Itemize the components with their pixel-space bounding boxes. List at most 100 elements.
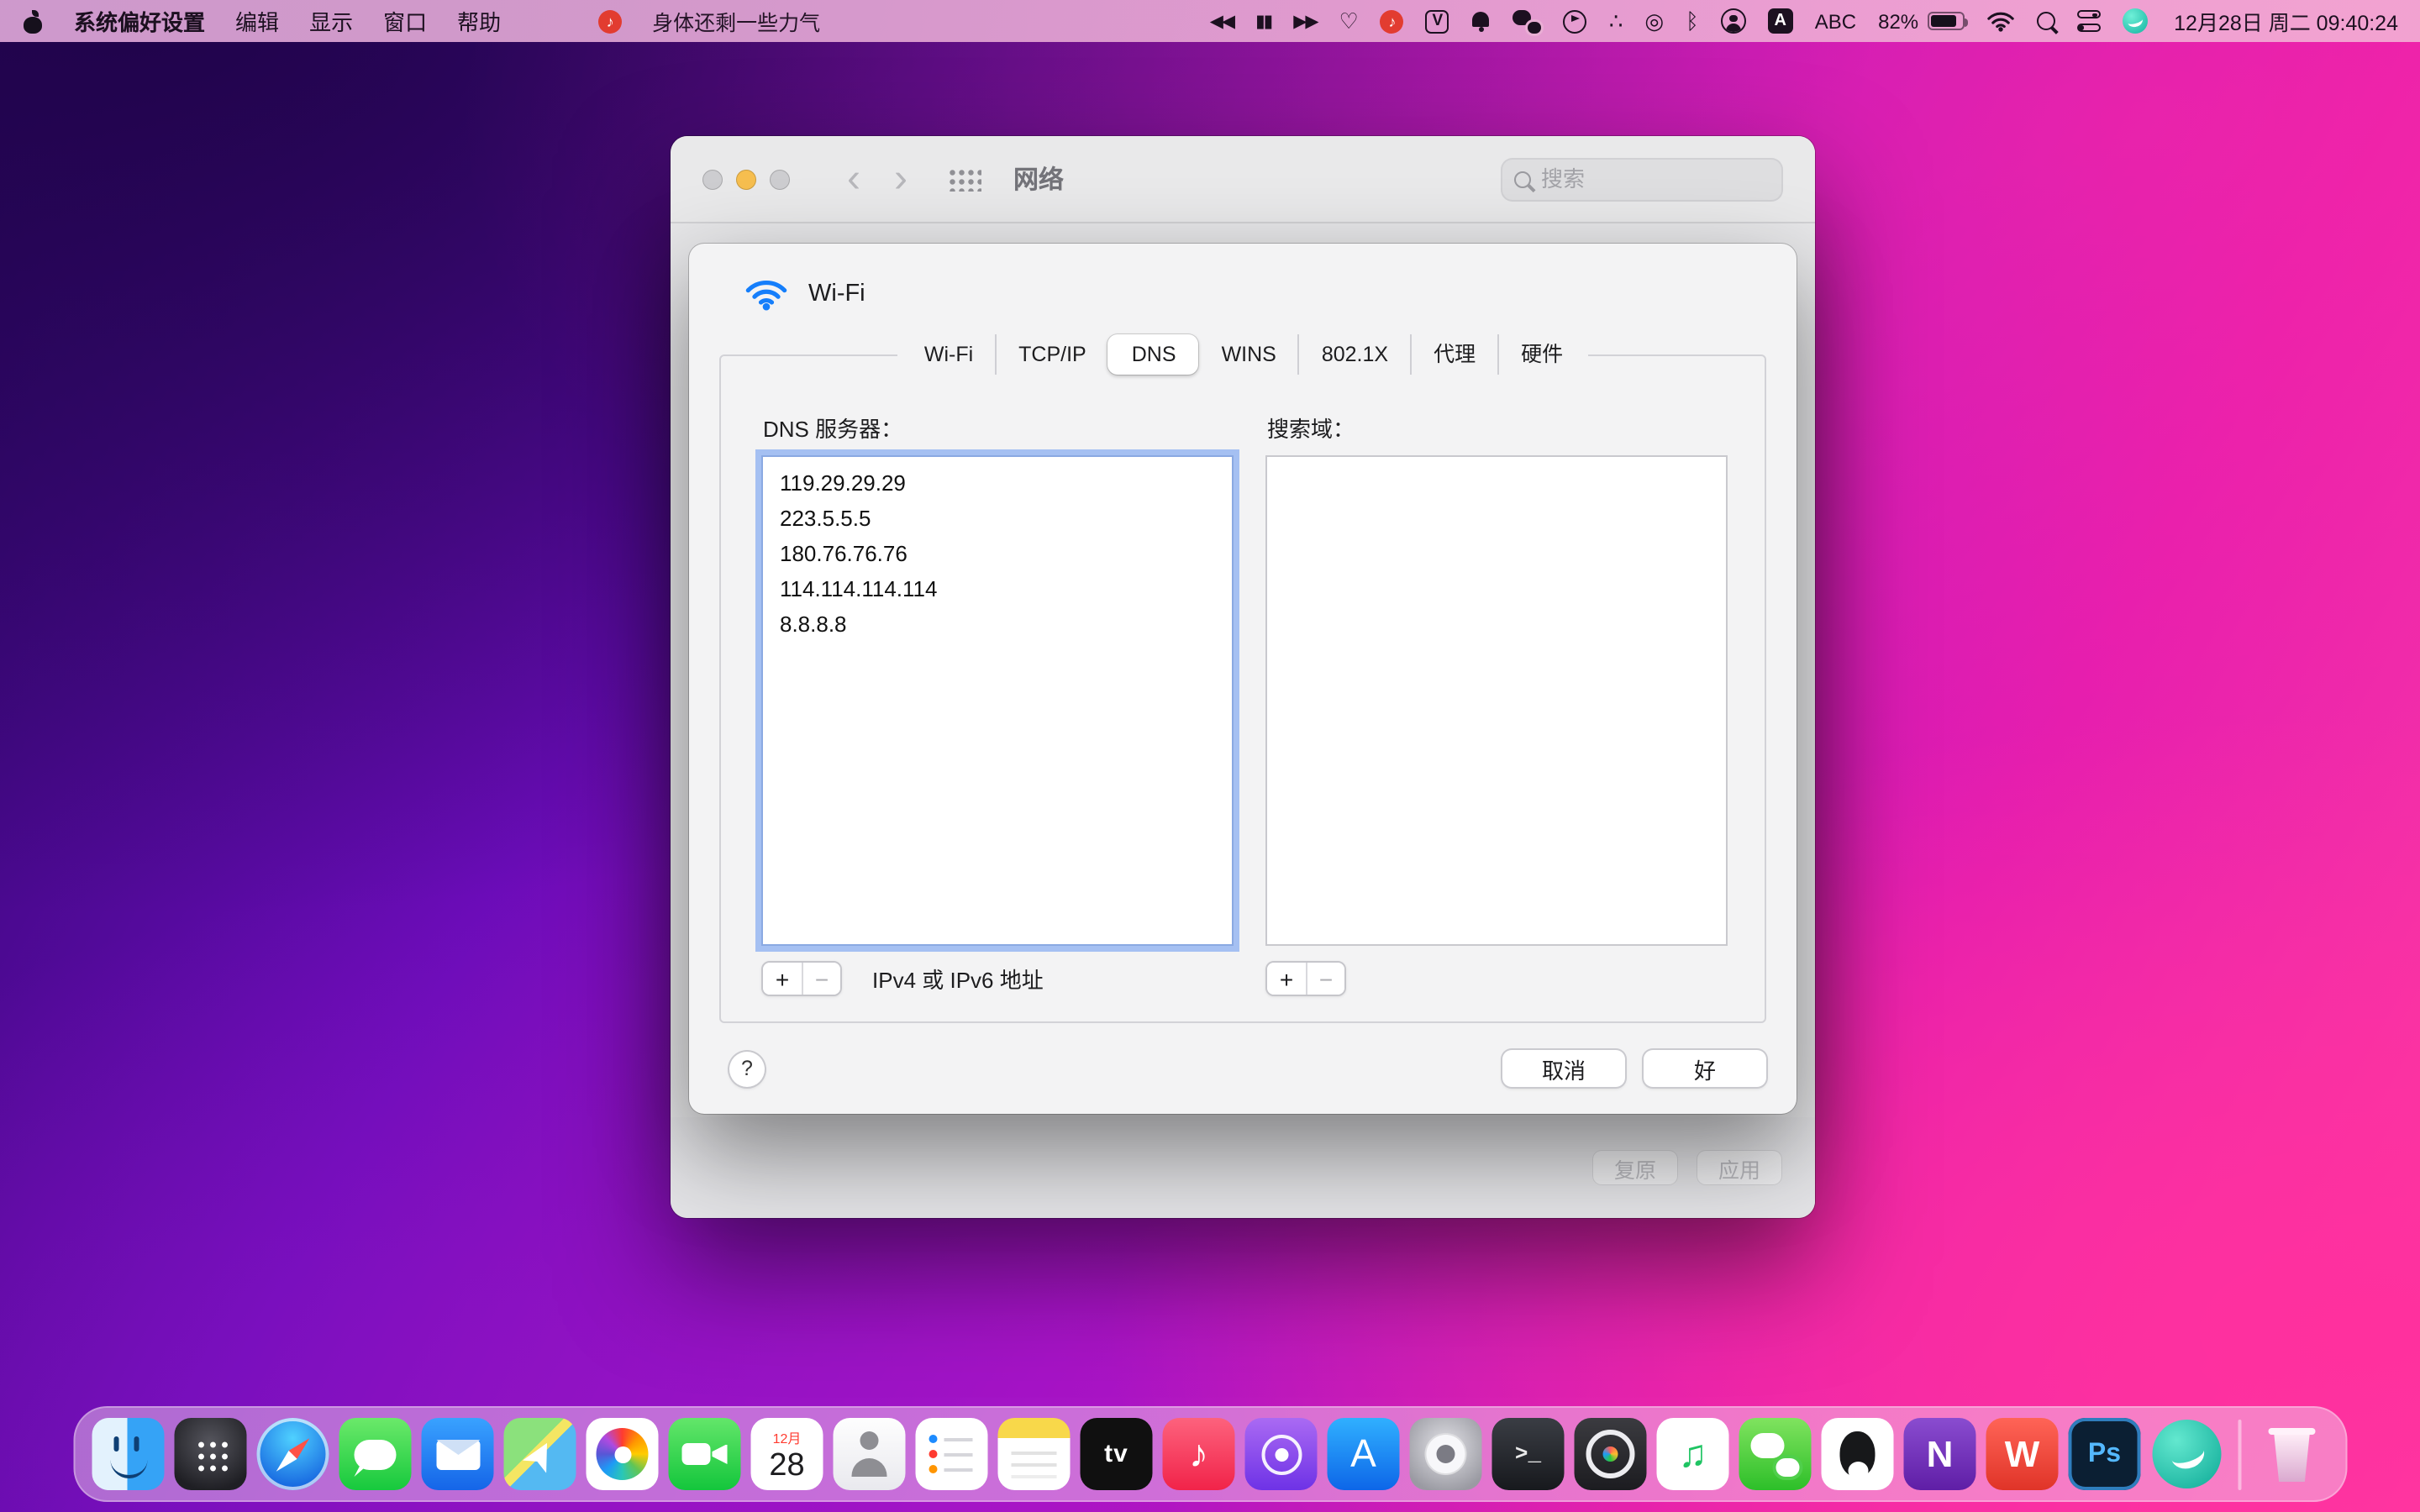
facetime-icon[interactable]	[669, 1418, 741, 1490]
dock: 12月 28 tv ♪ A >_ ♫ N W Ps	[74, 1406, 2347, 1502]
wechat-status-icon[interactable]	[1513, 9, 1542, 33]
back-button[interactable]: ‹	[847, 159, 860, 199]
teal-app-status-icon[interactable]	[2122, 8, 2147, 34]
dns-panel: DNS 服务器： 119.29.29.29 223.5.5.5 180.76.7…	[719, 354, 1766, 1023]
help-button[interactable]: ?	[729, 1051, 765, 1086]
tab-proxies[interactable]: 代理	[1410, 334, 1497, 375]
minimize-button[interactable]	[736, 169, 756, 189]
photos-icon[interactable]	[587, 1418, 659, 1490]
qq-icon[interactable]	[1822, 1418, 1894, 1490]
battery-indicator[interactable]: 82%	[1878, 9, 1964, 33]
apple-tv-icon[interactable]: tv	[1081, 1418, 1153, 1490]
dots-status-icon[interactable]: ∴	[1609, 8, 1623, 34]
ok-button[interactable]: 好	[1644, 1050, 1766, 1087]
revert-button[interactable]: 复原	[1593, 1151, 1677, 1184]
terminal-icon[interactable]: >_	[1492, 1418, 1565, 1490]
apply-button[interactable]: 应用	[1697, 1151, 1781, 1184]
search-input[interactable]	[1541, 166, 1770, 192]
input-source-label[interactable]: ABC	[1815, 9, 1856, 33]
media-prev-icon[interactable]: ◀◀	[1210, 11, 1234, 31]
dns-servers-listbox[interactable]: 119.29.29.29 223.5.5.5 180.76.76.76 114.…	[761, 455, 1234, 946]
messages-icon[interactable]	[339, 1418, 412, 1490]
domain-add-button[interactable]: +	[1267, 963, 1306, 995]
media-next-icon[interactable]: ▶▶	[1293, 11, 1317, 31]
search-domains-listbox[interactable]	[1265, 455, 1728, 946]
wechat-icon[interactable]	[1739, 1418, 1812, 1490]
wifi-status-icon[interactable]	[1986, 10, 2014, 32]
podcasts-icon[interactable]	[1245, 1418, 1318, 1490]
menu-app-name[interactable]: 系统偏好设置	[74, 5, 205, 37]
forward-button[interactable]: ›	[894, 159, 908, 199]
launchpad-icon[interactable]	[175, 1418, 247, 1490]
dns-server-row[interactable]: 114.114.114.114	[780, 571, 1215, 606]
calendar-month: 12月	[773, 1431, 802, 1448]
preferences-search-field[interactable]	[1501, 157, 1783, 201]
app-store-icon[interactable]: A	[1328, 1418, 1400, 1490]
dns-server-row[interactable]: 119.29.29.29	[780, 465, 1215, 501]
domain-add-remove-group: + −	[1265, 961, 1346, 996]
notification-bell-icon[interactable]	[1471, 10, 1491, 32]
user-account-icon[interactable]	[1721, 8, 1746, 34]
notes-icon[interactable]	[998, 1418, 1071, 1490]
domain-remove-button[interactable]: −	[1306, 963, 1344, 995]
battery-icon	[1927, 12, 1964, 30]
reminders-icon[interactable]	[916, 1418, 988, 1490]
now-playing-title: 身体还剩一些力气	[652, 5, 820, 37]
dns-server-row[interactable]: 8.8.8.8	[780, 606, 1215, 642]
mail-icon[interactable]	[422, 1418, 494, 1490]
control-center-icon[interactable]	[2076, 11, 2100, 32]
apple-menu-icon[interactable]	[22, 9, 44, 33]
vpn-status-icon[interactable]: V	[1426, 9, 1449, 33]
dns-add-button[interactable]: +	[763, 963, 802, 995]
camera-app-icon[interactable]	[1575, 1418, 1647, 1490]
finder-icon[interactable]	[92, 1418, 165, 1490]
search-domains-label: 搜索域：	[1267, 412, 1728, 444]
tab-tcpip[interactable]: TCP/IP	[995, 334, 1108, 375]
tab-hardware[interactable]: 硬件	[1497, 334, 1585, 375]
input-source-icon[interactable]: A	[1768, 8, 1793, 34]
onenote-icon[interactable]: N	[1904, 1418, 1976, 1490]
close-button[interactable]	[702, 169, 723, 189]
qqmusic-glyph: ♫	[1678, 1431, 1707, 1477]
appstore-glyph: A	[1350, 1431, 1376, 1477]
show-all-grid-icon[interactable]	[946, 166, 981, 192]
trash-icon[interactable]	[2256, 1418, 2328, 1490]
netease-status-icon[interactable]: ♪	[1381, 9, 1404, 33]
sheet-tabs: Wi-Fi TCP/IP DNS WINS 802.1X 代理 硬件	[897, 334, 1588, 375]
dock-divider	[2238, 1419, 2241, 1489]
menu-view[interactable]: 显示	[309, 5, 353, 37]
window-footer: 复原 应用	[671, 1117, 1815, 1218]
menu-window[interactable]: 窗口	[383, 5, 427, 37]
calendar-icon[interactable]: 12月 28	[751, 1418, 823, 1490]
cancel-button[interactable]: 取消	[1502, 1050, 1625, 1087]
tab-wifi[interactable]: Wi-Fi	[901, 334, 995, 375]
heart-icon[interactable]: ♡	[1339, 8, 1359, 34]
tab-8021x[interactable]: 802.1X	[1298, 334, 1410, 375]
maps-icon[interactable]	[504, 1418, 576, 1490]
wps-icon[interactable]: W	[1986, 1418, 2059, 1490]
system-preferences-icon[interactable]	[1410, 1418, 1482, 1490]
dns-server-row[interactable]: 223.5.5.5	[780, 501, 1215, 536]
menu-bar-clock[interactable]: 12月28日 周二 09:40:24	[2174, 5, 2398, 37]
play-circle-icon[interactable]	[1564, 9, 1587, 33]
dns-remove-button[interactable]: −	[802, 963, 840, 995]
airplay-icon[interactable]: ◎	[1644, 8, 1664, 34]
safari-icon[interactable]	[257, 1418, 329, 1490]
zoom-button[interactable]	[770, 169, 790, 189]
teal-circle-app-icon[interactable]	[2151, 1418, 2223, 1490]
spotlight-icon[interactable]	[2036, 12, 2054, 30]
apple-music-icon[interactable]: ♪	[1163, 1418, 1235, 1490]
tab-wins[interactable]: WINS	[1198, 334, 1298, 375]
netease-music-icon[interactable]: ♪	[598, 9, 622, 33]
tab-dns[interactable]: DNS	[1108, 334, 1198, 375]
qq-music-icon[interactable]: ♫	[1657, 1418, 1729, 1490]
menu-help[interactable]: 帮助	[457, 5, 501, 37]
media-pause-icon[interactable]: ▮▮	[1255, 11, 1271, 31]
contacts-icon[interactable]	[834, 1418, 906, 1490]
dns-server-row[interactable]: 180.76.76.76	[780, 536, 1215, 571]
bluetooth-icon[interactable]: ᛒ	[1686, 8, 1699, 34]
menu-edit[interactable]: 编辑	[235, 5, 279, 37]
terminal-glyph: >_	[1515, 1441, 1541, 1467]
calendar-day: 28	[769, 1448, 804, 1483]
photoshop-icon[interactable]: Ps	[2069, 1418, 2141, 1490]
